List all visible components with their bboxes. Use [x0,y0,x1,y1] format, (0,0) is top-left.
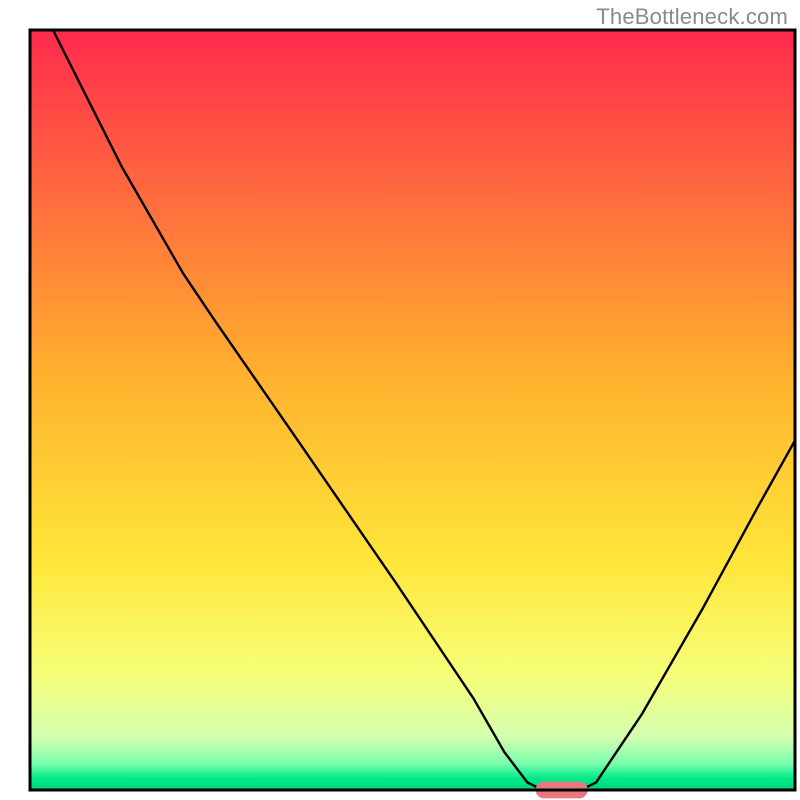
bottleneck-chart: TheBottleneck.com [0,0,800,800]
chart-canvas [0,0,800,800]
plot-background [30,30,795,790]
attribution-label: TheBottleneck.com [596,4,788,30]
